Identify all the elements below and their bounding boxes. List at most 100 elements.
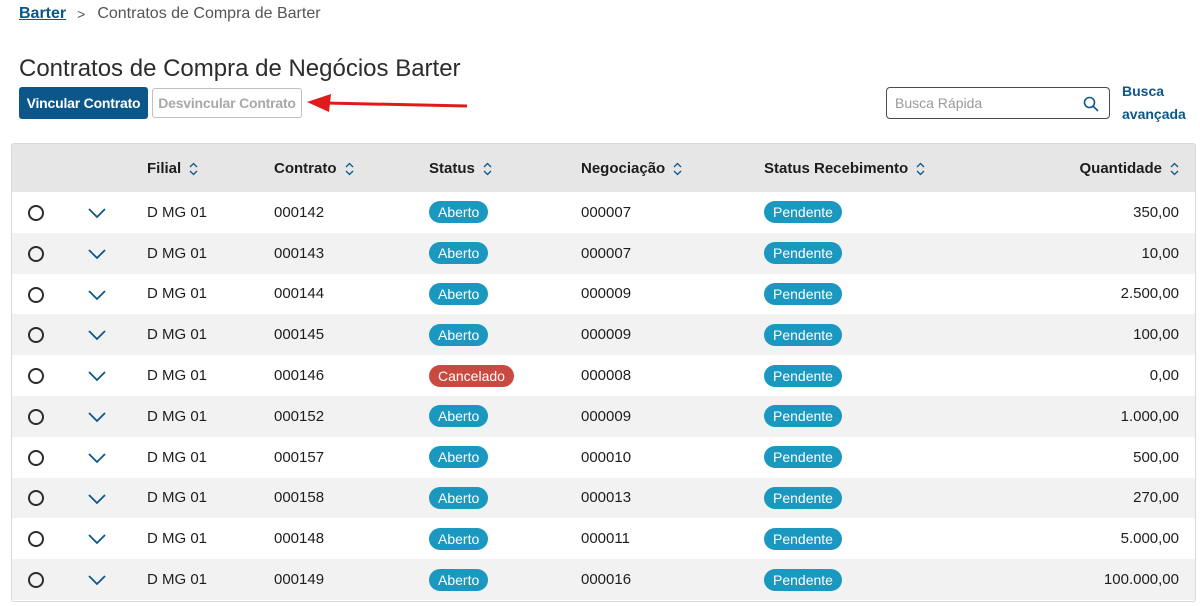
breadcrumb-barter-link[interactable]: Barter: [19, 5, 66, 23]
column-header-negociacao[interactable]: Negociação: [581, 144, 764, 192]
receipt-status-badge: Pendente: [764, 446, 842, 469]
row-select-radio[interactable]: [28, 204, 44, 221]
row-expand-cell: [82, 274, 147, 315]
table-row[interactable]: D MG 01 000148 Aberto 000011 Pendente 5.000,0…: [12, 518, 1195, 559]
cell-quantidade: 1.000,00: [1120, 407, 1179, 425]
receipt-status-badge: Pendente: [764, 201, 842, 224]
cell-status-recebimento: Pendente: [764, 233, 944, 274]
cell-status: Aberto: [429, 559, 581, 600]
row-expand-cell: [82, 192, 147, 233]
cell-quantidade: 5.000,00: [1120, 530, 1179, 548]
chevron-down-icon[interactable]: [87, 248, 107, 260]
cell-status-recebimento: Pendente: [764, 437, 944, 478]
sort-icon[interactable]: [189, 162, 198, 176]
row-select-radio[interactable]: [28, 408, 44, 425]
sort-icon[interactable]: [345, 162, 354, 176]
row-select-radio[interactable]: [28, 449, 44, 466]
cell-status-recebimento: Pendente: [764, 518, 944, 559]
row-expand-cell: [82, 355, 147, 396]
row-select-cell: [12, 233, 82, 274]
cell-contrato: 000146: [274, 367, 325, 385]
table-header-row: Filial Contrato Status Negociação Status…: [12, 144, 1195, 192]
status-badge: Aberto: [429, 242, 489, 265]
sort-icon[interactable]: [483, 162, 492, 176]
chevron-down-icon[interactable]: [87, 289, 107, 301]
quick-search-input[interactable]: [895, 88, 1075, 118]
table-row[interactable]: D MG 01 000158 Aberto 000013 Pendente 270,00: [12, 477, 1195, 519]
cell-negociacao: 000009: [581, 407, 632, 425]
cell-contrato: 000157: [274, 448, 325, 466]
sort-icon[interactable]: [916, 162, 925, 176]
status-badge: Aberto: [429, 323, 489, 346]
sort-icon[interactable]: [1170, 162, 1179, 176]
row-select-radio[interactable]: [28, 490, 44, 507]
cell-quantidade: 270,00: [1133, 489, 1179, 507]
cell-status: Aberto: [429, 437, 581, 478]
search-icon[interactable]: [1083, 96, 1099, 112]
row-select-cell: [12, 437, 82, 478]
row-expand-cell: [82, 396, 147, 437]
column-header-status-recebimento[interactable]: Status Recebimento: [764, 144, 944, 192]
column-header-status[interactable]: Status: [429, 144, 581, 192]
row-select-radio[interactable]: [28, 572, 44, 589]
page-title: Contratos de Compra de Negócios Barter: [19, 55, 461, 82]
cell-status-recebimento: Pendente: [764, 559, 944, 600]
expand-column-header: [82, 144, 147, 192]
row-select-radio[interactable]: [28, 368, 44, 385]
table-row[interactable]: D MG 01 000146 Cancelado 000008 Pendente 0,00: [12, 355, 1195, 396]
cell-status-recebimento: Pendente: [764, 274, 944, 315]
select-column-header: [12, 144, 82, 192]
row-select-radio[interactable]: [28, 286, 44, 303]
chevron-down-icon[interactable]: [87, 207, 107, 219]
table-row[interactable]: D MG 01 000157 Aberto 000010 Pendente 500,00: [12, 437, 1195, 478]
row-select-cell: [12, 478, 82, 519]
row-select-radio[interactable]: [28, 531, 44, 548]
table-row[interactable]: D MG 01 000144 Aberto 000009 Pendente 2.500,0…: [12, 274, 1195, 315]
chevron-down-icon[interactable]: [87, 370, 107, 382]
cell-status-recebimento: Pendente: [764, 355, 944, 396]
advanced-search-link[interactable]: Busca avançada: [1122, 80, 1192, 126]
cell-filial: D MG 01: [147, 367, 208, 385]
table-row[interactable]: D MG 01 000149 Aberto 000016 Pendente 100.000…: [12, 559, 1195, 600]
cell-contrato: 000144: [274, 285, 325, 303]
column-header-filial[interactable]: Filial: [147, 144, 274, 192]
cell-filial: D MG 01: [147, 244, 208, 262]
row-expand-cell: [82, 559, 147, 600]
cell-filial: D MG 01: [147, 530, 208, 548]
row-select-cell: [12, 192, 82, 233]
cell-status: Aberto: [429, 478, 581, 519]
sort-icon[interactable]: [673, 162, 682, 176]
table-row[interactable]: D MG 01 000145 Aberto 000009 Pendente 100,00: [12, 314, 1195, 356]
chevron-down-icon[interactable]: [87, 533, 107, 545]
receipt-status-badge: Pendente: [764, 323, 842, 346]
cell-contrato: 000145: [274, 326, 325, 344]
cell-filial: D MG 01: [147, 571, 208, 589]
cell-filial: D MG 01: [147, 407, 208, 425]
cell-contrato: 000158: [274, 489, 325, 507]
cell-contrato: 000148: [274, 530, 325, 548]
cell-status: Aberto: [429, 233, 581, 274]
table-row[interactable]: D MG 01 000152 Aberto 000009 Pendente 1.000,0…: [12, 395, 1195, 437]
cell-quantidade: 500,00: [1133, 448, 1179, 466]
link-contract-button[interactable]: Vincular Contrato: [19, 87, 148, 119]
chevron-down-icon[interactable]: [87, 574, 107, 586]
column-header-contrato[interactable]: Contrato: [274, 144, 429, 192]
row-select-radio[interactable]: [28, 327, 44, 344]
chevron-down-icon[interactable]: [87, 493, 107, 505]
status-badge: Aberto: [429, 446, 489, 469]
quick-search-box: [886, 87, 1110, 119]
cell-quantidade: 350,00: [1133, 203, 1179, 221]
cell-negociacao: 000013: [581, 489, 632, 507]
chevron-down-icon[interactable]: [87, 452, 107, 464]
chevron-down-icon[interactable]: [87, 411, 107, 423]
row-expand-cell: [82, 233, 147, 274]
status-badge: Aberto: [429, 201, 489, 224]
table-row[interactable]: D MG 01 000143 Aberto 000007 Pendente 10,00: [12, 232, 1195, 274]
annotation-arrow-icon: [307, 94, 468, 112]
row-select-radio[interactable]: [28, 245, 44, 262]
cell-negociacao: 000009: [581, 285, 632, 303]
chevron-down-icon[interactable]: [87, 329, 107, 341]
column-header-quantidade[interactable]: Quantidade: [944, 144, 1195, 192]
table-row[interactable]: D MG 01 000142 Aberto 000007 Pendente 350,00: [12, 192, 1195, 233]
status-badge: Aberto: [429, 405, 489, 428]
